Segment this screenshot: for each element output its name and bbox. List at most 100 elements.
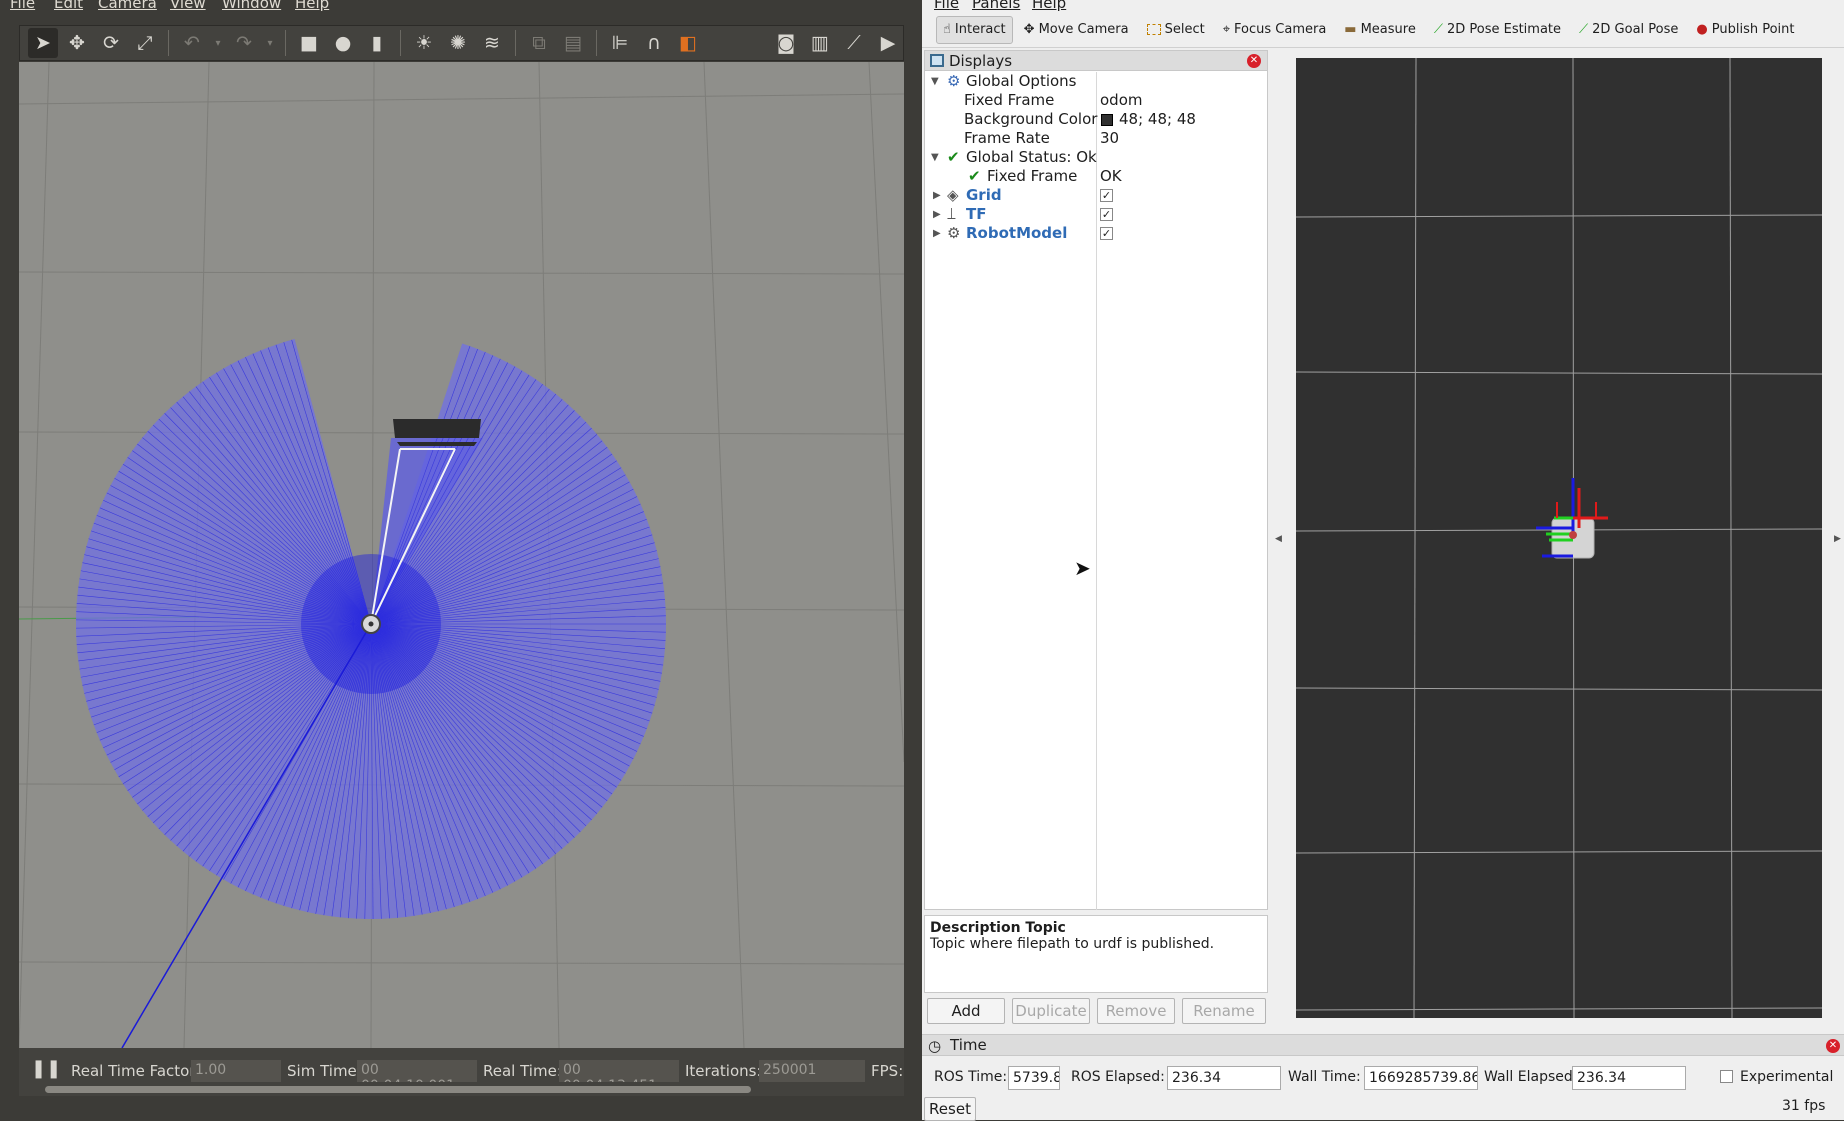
- displays-buttons: Add Duplicate Remove Rename: [924, 998, 1268, 1024]
- rename-button[interactable]: Rename: [1182, 998, 1266, 1024]
- tree-row-frame-rate[interactable]: Frame Rate 30: [925, 129, 1267, 148]
- rviz-menu-panels[interactable]: Panels: [972, 0, 1020, 12]
- fixed-frame-value[interactable]: odom: [1100, 91, 1143, 110]
- gz-menu-window[interactable]: Window: [222, 0, 281, 12]
- tf-enabled-checkbox[interactable]: ✓: [1100, 208, 1113, 221]
- tree-row-global-status[interactable]: ▼ ✔ Global Status: Ok: [925, 148, 1267, 167]
- experimental-label: Experimental: [1740, 1069, 1834, 1085]
- rviz-menu-help[interactable]: Help: [1032, 0, 1066, 12]
- tree-row-status-fixed-frame[interactable]: ✔ Fixed Frame OK: [925, 167, 1267, 186]
- move-camera-icon: ✥: [1023, 22, 1035, 37]
- robot-model-enabled-checkbox[interactable]: ✓: [1100, 227, 1113, 240]
- directional-light-icon[interactable]: ≋: [477, 28, 507, 58]
- obstacle-block: [393, 419, 481, 438]
- color-swatch[interactable]: [1101, 114, 1113, 126]
- scale-mode-icon[interactable]: ⤢: [130, 28, 160, 58]
- wall-time-field[interactable]: 1669285739.86: [1364, 1066, 1478, 1090]
- gz-menu-file[interactable]: File: [10, 0, 35, 12]
- tool-interact[interactable]: ☝ Interact: [936, 15, 1013, 44]
- select-mode-icon[interactable]: ➤: [28, 28, 58, 58]
- scrollbar-thumb[interactable]: [45, 1086, 751, 1093]
- video-record-icon[interactable]: ▶: [873, 28, 903, 58]
- rotate-mode-icon[interactable]: ⟳: [96, 28, 126, 58]
- real-time-field: 00 00:04:13.451: [559, 1060, 679, 1094]
- collapse-arrow-icon[interactable]: ▶: [933, 205, 941, 224]
- grid-enabled-checkbox[interactable]: ✓: [1100, 189, 1113, 202]
- tool-focus-camera[interactable]: ⌖ Focus Camera: [1216, 16, 1334, 44]
- plot-icon[interactable]: ⟋: [839, 28, 869, 58]
- tree-row-fixed-frame[interactable]: Fixed Frame odom: [925, 91, 1267, 110]
- ros-time-field[interactable]: 5739.83: [1008, 1066, 1060, 1090]
- expand-arrow-icon[interactable]: ▼: [931, 72, 939, 91]
- redo-dropdown-icon[interactable]: ▾: [263, 28, 277, 58]
- description-text: Topic where filepath to urdf is publishe…: [930, 936, 1215, 952]
- tool-publish-point[interactable]: ● Publish Point: [1689, 16, 1801, 44]
- cylinder-shape-icon[interactable]: ▮: [362, 28, 392, 58]
- change-view-icon[interactable]: ◧: [673, 28, 703, 58]
- gazebo-h-scrollbar[interactable]: [19, 1082, 904, 1096]
- rviz-view-canvas: [1296, 58, 1822, 1018]
- align-icon[interactable]: ⊫: [605, 28, 635, 58]
- collapse-right-icon[interactable]: ▶: [1834, 534, 1841, 544]
- tree-row-grid[interactable]: ▶ ◈ Grid ✓: [925, 186, 1267, 205]
- rviz-menu-file[interactable]: File: [934, 0, 959, 12]
- gazebo-3d-scene[interactable]: [19, 62, 904, 1048]
- screenshot-icon[interactable]: ◙: [771, 28, 801, 58]
- rviz-3d-view[interactable]: [1296, 58, 1822, 1018]
- reset-button[interactable]: Reset: [924, 1097, 976, 1121]
- translate-mode-icon[interactable]: ✥: [62, 28, 92, 58]
- background-color-value[interactable]: 48; 48; 48: [1119, 110, 1196, 129]
- tool-measure[interactable]: ▬ Measure: [1337, 16, 1423, 44]
- spot-light-icon[interactable]: ✺: [443, 28, 473, 58]
- tree-row-tf[interactable]: ▶ ⟘ TF ✓: [925, 205, 1267, 224]
- experimental-checkbox[interactable]: [1720, 1070, 1733, 1083]
- tool-2d-pose-estimate[interactable]: ⟋ 2D Pose Estimate: [1427, 16, 1568, 44]
- copy-icon[interactable]: ⧉: [524, 28, 554, 58]
- collapse-arrow-icon[interactable]: ▶: [933, 224, 941, 243]
- iterations-field: 250001: [759, 1060, 865, 1082]
- tree-row-background-color[interactable]: Background Color 48; 48; 48: [925, 110, 1267, 129]
- undo-icon[interactable]: ↶: [177, 28, 207, 58]
- tree-row-robot-model[interactable]: ▶ ⚙ RobotModel ✓: [925, 224, 1267, 243]
- real-time-label: Real Time:: [483, 1062, 562, 1080]
- duplicate-button[interactable]: Duplicate: [1012, 998, 1090, 1024]
- tool-select[interactable]: Select: [1140, 16, 1212, 44]
- toolbar-separator: [400, 30, 401, 56]
- frame-rate-value[interactable]: 30: [1100, 129, 1119, 148]
- sphere-shape-icon[interactable]: ●: [328, 28, 358, 58]
- toolbar-separator: [168, 30, 169, 56]
- gz-menu-help[interactable]: Help: [295, 0, 329, 12]
- window-splitter[interactable]: [908, 0, 922, 1120]
- wall-elapsed-field[interactable]: 236.34: [1572, 1066, 1686, 1090]
- fps-readout: 31 fps: [1782, 1098, 1826, 1114]
- tree-row-global-options[interactable]: ▼ ⚙ Global Options: [925, 72, 1267, 91]
- redo-icon[interactable]: ↷: [229, 28, 259, 58]
- gz-menu-camera[interactable]: Camera: [98, 0, 157, 12]
- log-data-icon[interactable]: ▥: [805, 28, 835, 58]
- pause-icon[interactable]: ❚❚: [31, 1058, 61, 1079]
- undo-dropdown-icon[interactable]: ▾: [211, 28, 225, 58]
- paste-icon[interactable]: ▤: [558, 28, 588, 58]
- ros-elapsed-field[interactable]: 236.34: [1167, 1066, 1281, 1090]
- tool-2d-goal-pose[interactable]: ⟋ 2D Goal Pose: [1572, 16, 1685, 44]
- expand-arrow-icon[interactable]: ▼: [931, 148, 939, 167]
- point-light-icon[interactable]: ☀: [409, 28, 439, 58]
- collapse-left-icon[interactable]: ◀: [1275, 534, 1282, 544]
- gz-menu-view[interactable]: View: [170, 0, 206, 12]
- tool-move-camera[interactable]: ✥ Move Camera: [1017, 16, 1136, 44]
- rtf-label: Real Time Factor:: [71, 1062, 201, 1080]
- box-shape-icon[interactable]: ■: [294, 28, 324, 58]
- snap-icon[interactable]: ∩: [639, 28, 669, 58]
- check-icon: ✔: [947, 148, 960, 166]
- clock-icon: ◷: [928, 1037, 942, 1055]
- gz-menu-edit[interactable]: Edit: [54, 0, 83, 12]
- close-icon[interactable]: ✕: [1247, 54, 1261, 68]
- ros-time-label: ROS Time:: [934, 1069, 1008, 1085]
- add-button[interactable]: Add: [927, 998, 1005, 1024]
- check-icon: ✔: [968, 167, 981, 185]
- remove-button[interactable]: Remove: [1097, 998, 1175, 1024]
- collapse-arrow-icon[interactable]: ▶: [933, 186, 941, 205]
- wall-elapsed-label: Wall Elapsed:: [1484, 1069, 1578, 1085]
- close-icon[interactable]: ✕: [1826, 1039, 1840, 1053]
- description-title: Description Topic: [930, 920, 1066, 936]
